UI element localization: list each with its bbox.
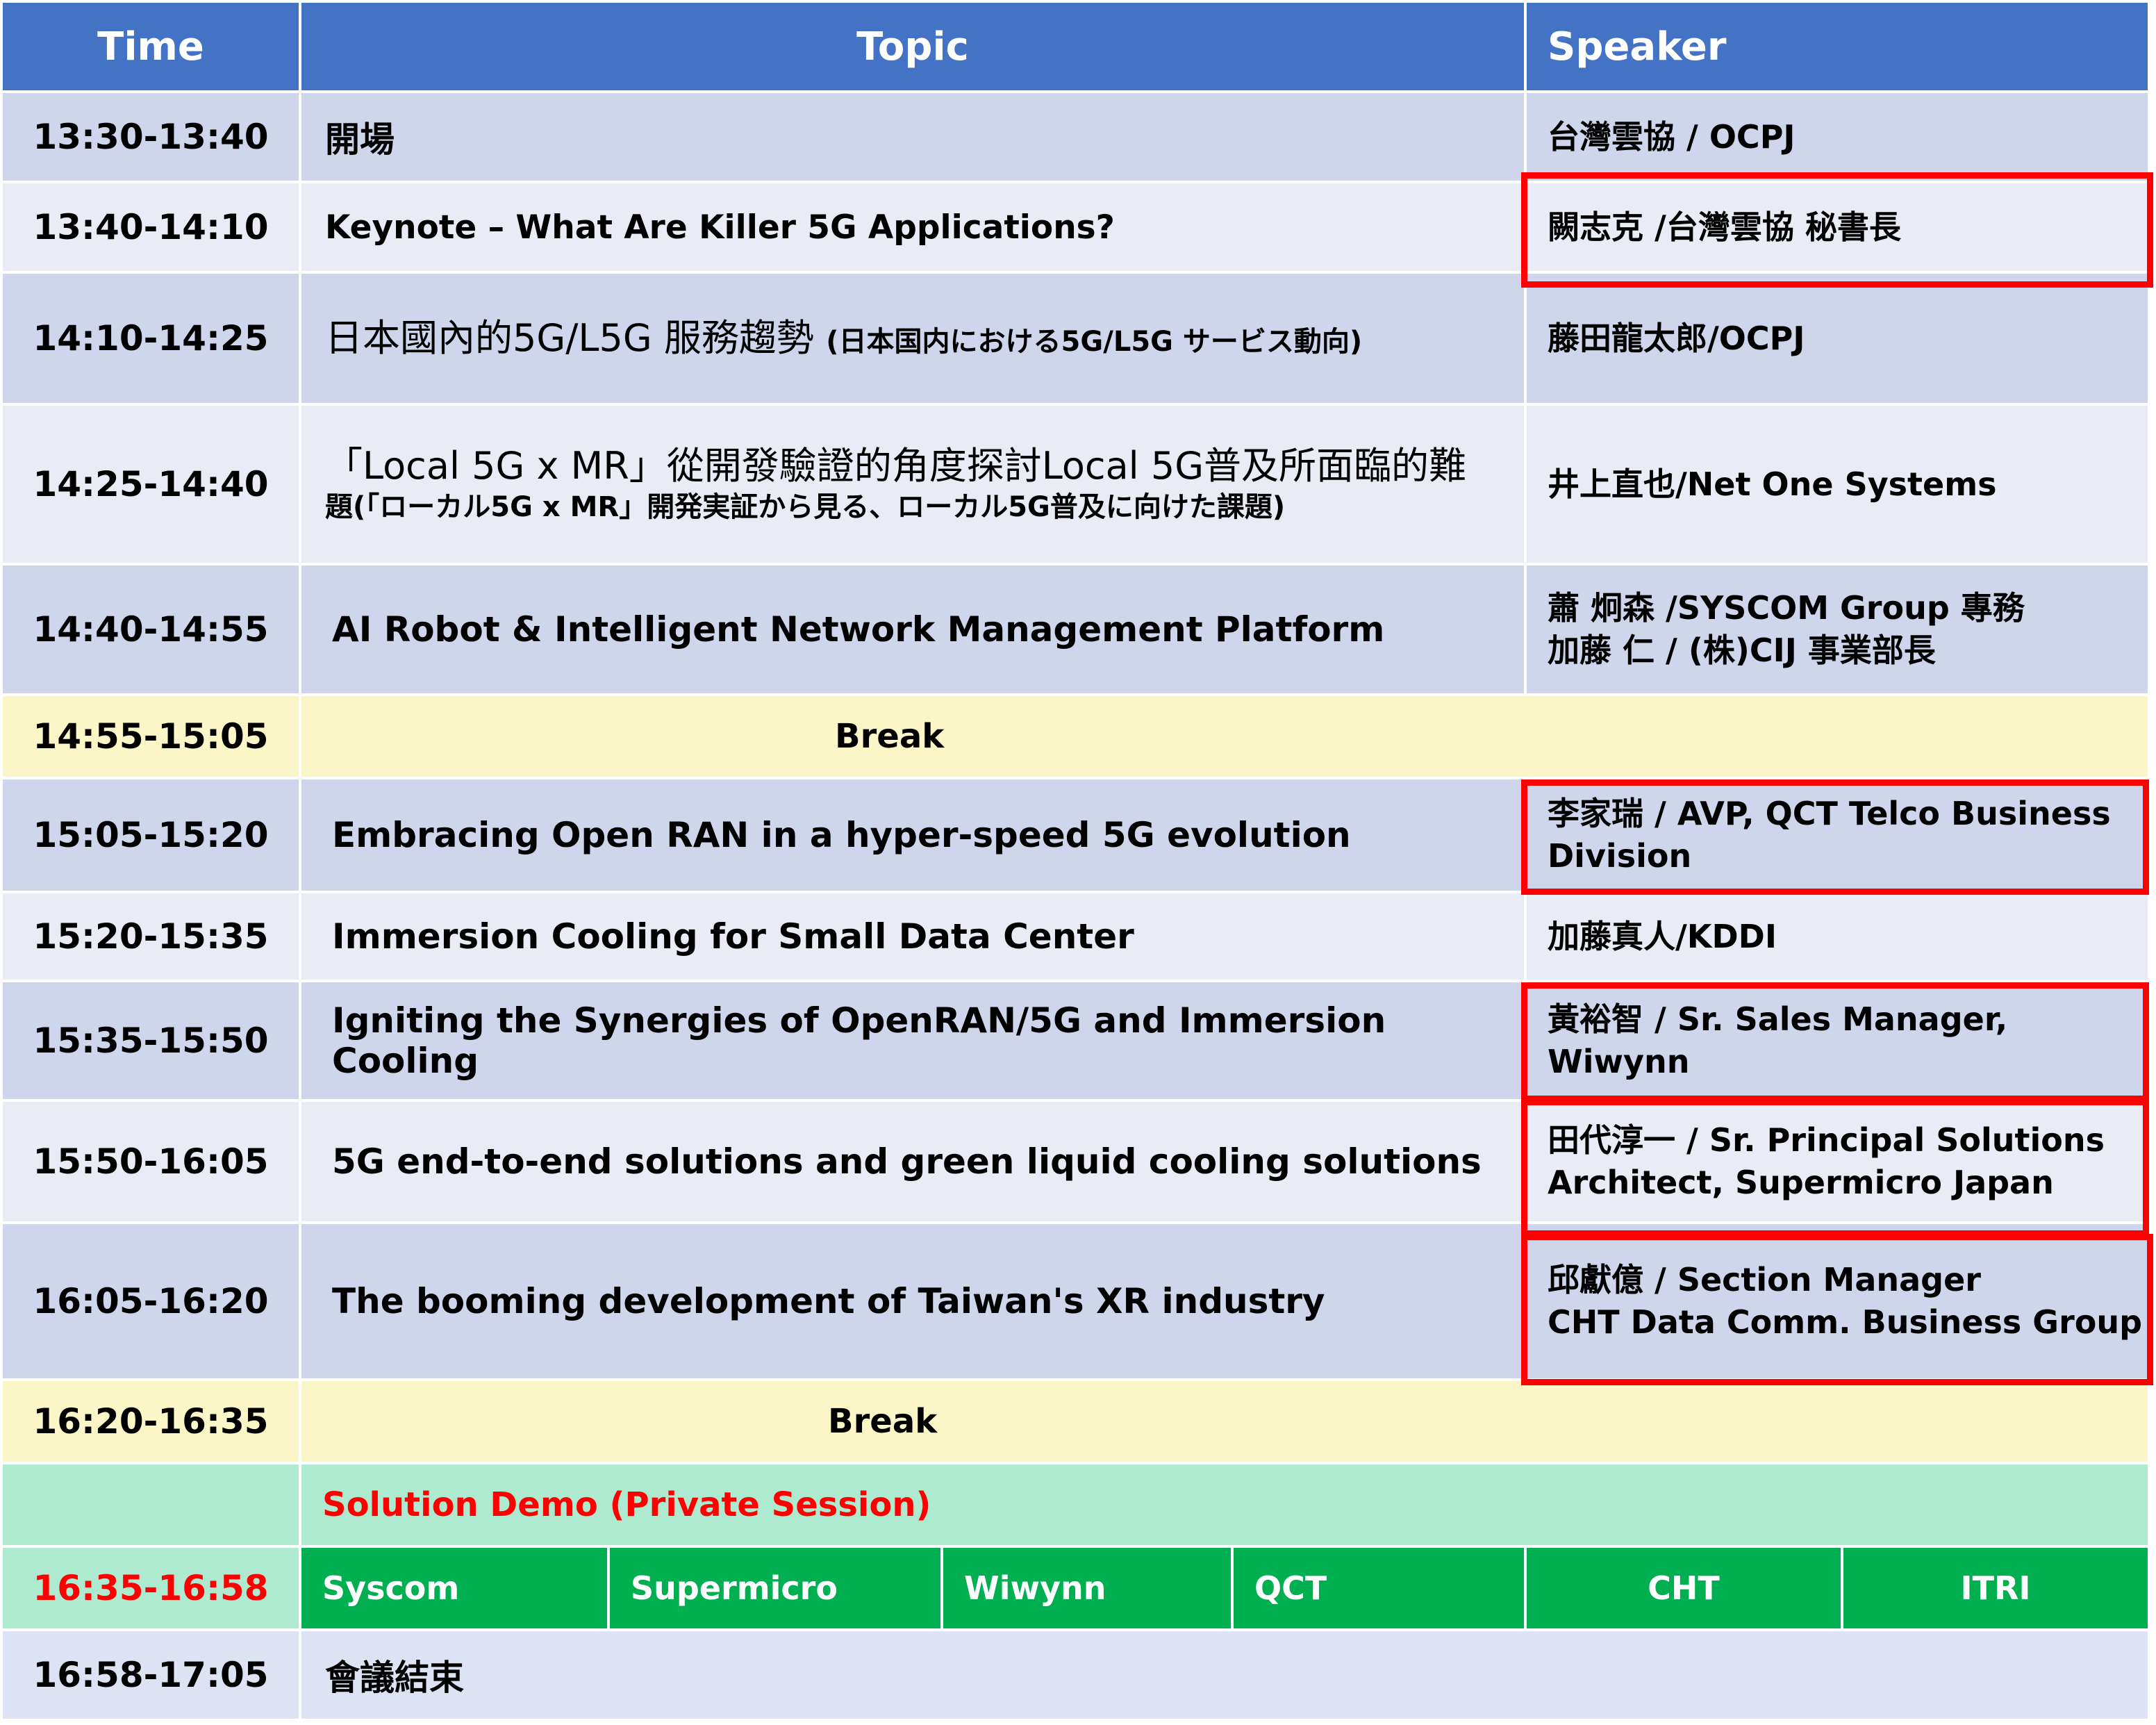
row-topic: Embracing Open RAN in a hyper-speed 5G e… <box>301 779 1524 891</box>
row-time: 13:40-14:10 <box>3 183 299 271</box>
row-time: 14:40-14:55 <box>3 566 299 693</box>
row-time: 16:20-16:35 <box>3 1381 299 1462</box>
row-topic: Igniting the Synergies of OpenRAN/5G and… <box>301 982 1524 1099</box>
table-row: 13:30-13:40 開場 台灣雲協 / OCPJ <box>0 93 2156 181</box>
break-row: 14:55-15:05 Break <box>0 696 2156 777</box>
topic-line: 「Local 5G x MR」從開發驗證的角度探討Local 5G普及所面臨的難 <box>325 443 1467 488</box>
highlight-box <box>1521 779 2149 895</box>
row-topic: 日本國內的5G/L5G 服務趨勢 (日本国内における5G/L5G サービス動向) <box>301 274 1524 403</box>
row-topic: AI Robot & Intelligent Network Managemen… <box>301 566 1524 693</box>
break-cell: Break <box>301 696 2148 777</box>
row-time: 15:35-15:50 <box>3 982 299 1099</box>
row-topic: 5G end-to-end solutions and green liquid… <box>301 1102 1524 1221</box>
header-speaker: Speaker <box>1527 3 2148 90</box>
row-topic: Immersion Cooling for Small Data Center <box>301 893 1524 980</box>
speaker-line: 台灣雲協 / OCPJ <box>1548 117 1796 156</box>
row-topic: The booming development of Taiwan's XR i… <box>301 1224 1524 1378</box>
row-time: 15:20-15:35 <box>3 893 299 980</box>
row-topic: 會議結束 <box>301 1631 2148 1719</box>
row-topic: 「Local 5G x MR」從開發驗證的角度探討Local 5G普及所面臨的難… <box>301 406 1524 563</box>
topic-main: 日本國內的5G/L5G 服務趨勢 <box>325 316 814 360</box>
closing-row: 16:58-17:05 會議結束 <box>0 1631 2156 1719</box>
break-row: 16:20-16:35 Break <box>0 1381 2156 1462</box>
demo-title: Solution Demo (Private Session) <box>301 1464 2148 1545</box>
header-topic: Topic <box>301 3 1524 90</box>
row-speaker: 井上直也/Net One Systems <box>1527 406 2148 563</box>
row-time: 14:55-15:05 <box>3 696 299 777</box>
vendor-syscom: Syscom <box>301 1548 607 1628</box>
row-speaker: 藤田龍太郎/OCPJ <box>1527 274 2148 403</box>
row-time: 14:25-14:40 <box>3 406 299 563</box>
demo-vendor-row: 16:35-16:58 Syscom Supermicro Wiwynn QCT… <box>0 1548 2156 1628</box>
table-row: 14:25-14:40 「Local 5G x MR」從開發驗證的角度探討Loc… <box>0 406 2156 563</box>
vendor-cht: CHT <box>1527 1548 1841 1628</box>
table-row: 15:20-15:35 Immersion Cooling for Small … <box>0 893 2156 980</box>
table-header: Time Topic Speaker <box>0 3 2156 90</box>
table-row: 14:10-14:25 日本國內的5G/L5G 服務趨勢 (日本国内における5G… <box>0 274 2156 403</box>
vendor-supermicro: Supermicro <box>610 1548 940 1628</box>
row-time: 13:30-13:40 <box>3 93 299 181</box>
highlight-box <box>1521 1099 2149 1237</box>
row-time: 15:50-16:05 <box>3 1102 299 1221</box>
speaker-line: 加藤 仁 / (株)CIJ 事業部長 <box>1548 632 1936 669</box>
speaker-line: 藤田龍太郎/OCPJ <box>1548 319 1805 357</box>
demo-time-empty <box>3 1464 299 1545</box>
speaker-line: 加藤真人/KDDI <box>1548 917 1777 955</box>
row-time: 15:05-15:20 <box>3 779 299 891</box>
break-label: Break <box>835 717 945 756</box>
speaker-line: 蕭 炯森 /SYSCOM Group 專務 <box>1548 589 2025 627</box>
topic-line: 題(「ローカル5G x MR」開発実証から見る、ローカル5G普及に向けた課題) <box>325 491 1286 524</box>
highlight-box <box>1521 1234 2153 1385</box>
row-speaker: 台灣雲協 / OCPJ <box>1527 93 2148 181</box>
speaker-line: 井上直也/Net One Systems <box>1548 465 1997 503</box>
row-topic: 開場 <box>301 93 1524 181</box>
break-label: Break <box>828 1402 938 1441</box>
table-row: 14:40-14:55 AI Robot & Intelligent Netwo… <box>0 566 2156 693</box>
topic-sub: (日本国内における5G/L5G サービス動向) <box>826 326 1363 358</box>
row-time: 16:58-17:05 <box>3 1631 299 1719</box>
highlight-box <box>1521 982 2149 1102</box>
vendor-wiwynn: Wiwynn <box>943 1548 1231 1628</box>
vendor-itri: ITRI <box>1843 1548 2148 1628</box>
row-topic: Keynote – What Are Killer 5G Application… <box>301 183 1524 271</box>
break-cell: Break <box>301 1381 2148 1462</box>
demo-time: 16:35-16:58 <box>3 1548 299 1628</box>
demo-title-row: Solution Demo (Private Session) <box>0 1464 2156 1545</box>
highlight-box <box>1521 172 2153 288</box>
agenda-table: Time Topic Speaker 13:30-13:40 開場 台灣雲協 /… <box>0 0 2156 1725</box>
row-speaker: 加藤真人/KDDI <box>1527 893 2148 980</box>
row-speaker: 蕭 炯森 /SYSCOM Group 專務 加藤 仁 / (株)CIJ 事業部長 <box>1527 566 2148 693</box>
header-time: Time <box>3 3 299 90</box>
row-time: 16:05-16:20 <box>3 1224 299 1378</box>
vendor-qct: QCT <box>1234 1548 1524 1628</box>
row-time: 14:10-14:25 <box>3 274 299 403</box>
